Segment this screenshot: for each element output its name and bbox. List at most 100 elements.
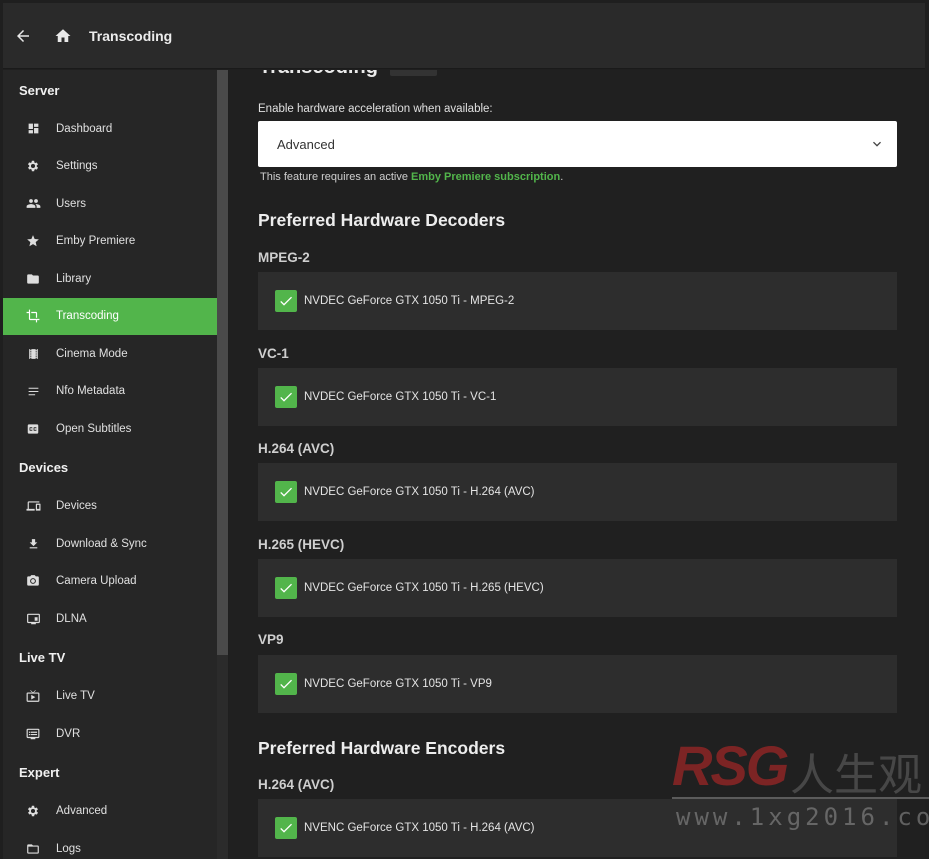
premiere-note: This feature requires an active Emby Pre…: [260, 171, 563, 183]
sidebar-item-dvr[interactable]: DVR: [3, 715, 217, 753]
sidebar-item-label: Transcoding: [56, 310, 119, 323]
download-icon: [25, 536, 41, 552]
decoder-checkbox[interactable]: [275, 577, 297, 599]
home-button[interactable]: [43, 16, 83, 56]
sidebar-item-open-subtitles[interactable]: Open Subtitles: [3, 410, 217, 448]
decoder-codec-label: VP9: [258, 632, 284, 647]
decoder-checkbox[interactable]: [275, 481, 297, 503]
sidebar-item-advanced[interactable]: Advanced: [3, 793, 217, 831]
decoder-codec-label: H.265 (HEVC): [258, 537, 345, 552]
encoders-heading: Preferred Hardware Encoders: [258, 738, 506, 758]
live-tv-icon: [25, 688, 41, 704]
sidebar-item-camera-upload[interactable]: Camera Upload: [3, 563, 217, 601]
folder-icon: [25, 271, 41, 287]
check-icon: [280, 296, 292, 306]
premiere-note-prefix: This feature requires an active: [260, 171, 412, 183]
sidebar-item-label: Settings: [56, 160, 98, 173]
sidebar-item-devices[interactable]: Devices: [3, 488, 217, 526]
sidebar-item-dashboard[interactable]: Dashboard: [3, 110, 217, 148]
sidebar-item-label: DVR: [56, 727, 81, 740]
decoder-checkbox[interactable]: [275, 386, 297, 408]
subtitles-icon: [25, 421, 41, 437]
sidebar-section-server: Server: [19, 82, 60, 98]
premiere-subscription-link[interactable]: Emby Premiere subscription: [411, 171, 560, 183]
decoders-heading: Preferred Hardware Decoders: [258, 210, 506, 230]
sidebar-item-label: Logs: [56, 842, 81, 855]
decoder-option-row: NVDEC GeForce GTX 1050 Ti - H.265 (HEVC): [258, 559, 897, 617]
sidebar-item-download-sync[interactable]: Download & Sync: [3, 525, 217, 563]
hw-accel-selected-value: Advanced: [277, 136, 335, 152]
sidebar-item-label: Devices: [56, 500, 97, 513]
sidebar-item-label: Library: [56, 272, 92, 285]
decoder-option-label: NVDEC GeForce GTX 1050 Ti - H.265 (HEVC): [304, 582, 544, 594]
decoder-option-row: NVDEC GeForce GTX 1050 Ti - MPEG-2: [258, 272, 897, 330]
sidebar-item-label: Emby Premiere: [56, 235, 136, 248]
back-button[interactable]: [3, 16, 43, 56]
decoder-codec-label: MPEG-2: [258, 250, 310, 265]
star-icon: [25, 233, 41, 249]
sidebar-section-devices: Devices: [19, 460, 69, 475]
sidebar-item-nfo-metadata[interactable]: Nfo Metadata: [3, 373, 217, 411]
encoder-codec-label: H.264 (AVC): [258, 777, 335, 792]
sidebar-section-expert: Expert: [19, 765, 60, 780]
check-icon: [280, 487, 292, 497]
help-button[interactable]: [390, 70, 437, 76]
sidebar: Server Dashboard Settings Users Emby Pre…: [3, 70, 217, 859]
decoder-option-row: NVDEC GeForce GTX 1050 Ti - VP9: [258, 655, 897, 713]
sidebar-item-dlna[interactable]: DLNA: [3, 600, 217, 638]
gear-icon: [25, 158, 41, 174]
sidebar-item-label: Camera Upload: [56, 575, 137, 588]
sidebar-item-live-tv[interactable]: Live TV: [3, 678, 217, 716]
folder-outline-icon: [25, 841, 41, 857]
hw-accel-select[interactable]: Advanced: [258, 121, 897, 167]
dlna-icon: [25, 611, 41, 627]
sidebar-item-label: Open Subtitles: [56, 422, 132, 435]
sidebar-item-label: DLNA: [56, 612, 87, 625]
header-title: Transcoding: [89, 27, 173, 44]
check-icon: [280, 392, 292, 402]
devices-icon: [25, 498, 41, 514]
sidebar-item-label: Dashboard: [56, 122, 113, 135]
people-icon: [25, 196, 41, 212]
page-title: Transcoding: [259, 70, 378, 79]
check-icon: [280, 679, 292, 689]
encoder-checkbox[interactable]: [275, 817, 297, 839]
decoder-option-row: NVDEC GeForce GTX 1050 Ti - H.264 (AVC): [258, 463, 897, 521]
sidebar-scrollbar[interactable]: [217, 70, 228, 859]
camera-icon: [25, 573, 41, 589]
lines-icon: [25, 383, 41, 399]
decoder-codec-label: H.264 (AVC): [258, 441, 335, 456]
premiere-note-suffix: .: [560, 171, 564, 183]
sidebar-item-label: Live TV: [56, 690, 95, 703]
sidebar-item-label: Download & Sync: [56, 537, 147, 550]
dvr-icon: [25, 726, 41, 742]
sidebar-item-cinema-mode[interactable]: Cinema Mode: [3, 335, 217, 373]
sidebar-item-label: Cinema Mode: [56, 347, 128, 360]
sidebar-item-users[interactable]: Users: [3, 185, 217, 223]
sidebar-item-logs[interactable]: Logs: [3, 830, 217, 859]
sidebar-item-emby-premiere[interactable]: Emby Premiere: [3, 223, 217, 261]
main-content: Transcoding Enable hardware acceleration…: [229, 70, 925, 859]
sidebar-scrollbar-thumb[interactable]: [217, 70, 228, 655]
decoder-option-row: NVDEC GeForce GTX 1050 Ti - VC-1: [258, 368, 897, 426]
sidebar-item-label: Users: [56, 197, 87, 210]
decoder-codec-label: VC-1: [258, 346, 289, 361]
sidebar-section-live-tv: Live TV: [19, 650, 66, 665]
gear-icon: [25, 803, 41, 819]
home-icon: [55, 28, 71, 42]
encoder-option-label: NVENC GeForce GTX 1050 Ti - H.264 (AVC): [304, 822, 535, 834]
chevron-down-icon: [873, 141, 881, 147]
app-header: Transcoding: [3, 3, 925, 69]
sidebar-item-label: Advanced: [56, 805, 108, 818]
sidebar-item-label: Nfo Metadata: [56, 385, 126, 398]
encoder-option-row: NVENC GeForce GTX 1050 Ti - H.264 (AVC): [258, 799, 897, 857]
sidebar-item-transcoding[interactable]: Transcoding: [3, 297, 217, 335]
sidebar-item-settings[interactable]: Settings: [3, 148, 217, 186]
decoder-checkbox[interactable]: [275, 673, 297, 695]
crop-icon: [25, 308, 41, 324]
arrow-left-icon: [17, 29, 29, 42]
decoder-option-label: NVDEC GeForce GTX 1050 Ti - VP9: [304, 678, 492, 690]
film-icon: [25, 346, 41, 362]
decoder-checkbox[interactable]: [275, 290, 297, 312]
sidebar-item-library[interactable]: Library: [3, 260, 217, 298]
